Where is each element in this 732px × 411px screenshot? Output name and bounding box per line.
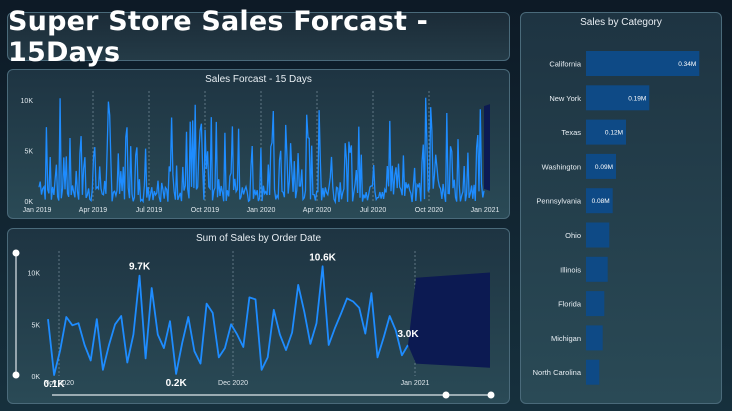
range-slider-handle-start: [442, 391, 450, 399]
data-label: 0.1K: [44, 379, 66, 390]
bar-value-label: 0.34M: [678, 61, 696, 68]
category-label: New York: [549, 94, 581, 103]
y-tick-label: 10K: [21, 98, 34, 105]
y-tick-label: 0K: [24, 199, 33, 206]
x-tick-label: Jan 2019: [23, 207, 52, 214]
bar-value-label: 0.09M: [595, 164, 613, 171]
data-label: 10.6K: [309, 252, 336, 263]
forecast-band: [484, 104, 490, 191]
category-label: Florida: [558, 300, 582, 309]
category-bar: [586, 325, 603, 351]
y-tick-label: 5K: [24, 149, 33, 156]
category-bar: [586, 256, 608, 282]
category-label: Pennsylvania: [536, 197, 581, 206]
page-title: Super Store Sales Forcast - 15Days: [8, 5, 429, 68]
data-label: 9.7K: [129, 262, 151, 273]
title-panel: Super Store Sales Forcast - 15Days: [7, 6, 510, 68]
x-tick-label: Oct 2019: [191, 207, 220, 214]
vertical-slider-handle-top: [12, 249, 20, 257]
category-label: Texas: [561, 128, 581, 137]
bar-value-label: 0.19M: [628, 95, 646, 102]
x-tick-label: Oct 2020: [415, 207, 444, 214]
x-tick-label: Apr 2019: [79, 207, 108, 214]
series-line: [47, 265, 409, 376]
series-line: [38, 97, 485, 205]
category-bar: [586, 359, 600, 385]
category-label: Illinois: [560, 265, 581, 274]
x-tick-label: Jan 2020: [247, 207, 276, 214]
forecast-chart-panel: Sales Forcast - 15 Days 0K 5K 10K Jan 2019 A…: [7, 69, 510, 219]
data-label: 3.0K: [397, 329, 419, 340]
x-tick-label: Jan 2021: [401, 380, 430, 387]
forecast-area: [408, 272, 490, 368]
sales-by-category-chart[interactable]: California 0.34M New York 0.19M Texas 0.12M Wa…: [521, 13, 723, 405]
forecast-chart[interactable]: 0K 5K 10K Jan 2019 Apr 2019 Jul 2019 Oct 2019 J…: [8, 70, 511, 220]
sales-by-category-panel: Sales by Category California 0.34M New Yor…: [520, 12, 722, 404]
x-tick-label: Jul 2020: [360, 207, 387, 214]
category-label: Ohio: [565, 231, 581, 240]
category-label: Washington: [542, 162, 581, 171]
x-tick-label: Apr 2020: [303, 207, 332, 214]
vertical-slider-handle-bottom: [12, 371, 20, 379]
x-tick-label: Jan 2021: [471, 207, 500, 214]
x-tick-label: Dec 2020: [218, 380, 248, 387]
category-label: California: [549, 60, 582, 69]
category-label: North Carolina: [533, 368, 582, 377]
data-label: 0.2K: [166, 378, 188, 389]
sales-by-date-chart[interactable]: 0K5K10KNov 2020 Dec 2020 Jan 20210.1K9.7K0…: [8, 229, 511, 405]
x-tick-label: Jul 2019: [136, 207, 163, 214]
sales-by-date-panel: Sum of Sales by Order Date 0K 5K 10K Nov 20…: [7, 228, 510, 404]
category-label: Michigan: [551, 334, 581, 343]
y-tick-label: 10K: [28, 271, 41, 278]
bar-value-label: 0.08M: [592, 198, 610, 205]
y-tick-label: 5K: [31, 322, 40, 329]
bar-value-label: 0.12M: [605, 130, 623, 137]
category-bar: [586, 222, 610, 248]
category-bar: [586, 291, 605, 317]
range-slider-handle-end: [487, 391, 495, 399]
y-tick-label: 0K: [31, 374, 40, 381]
